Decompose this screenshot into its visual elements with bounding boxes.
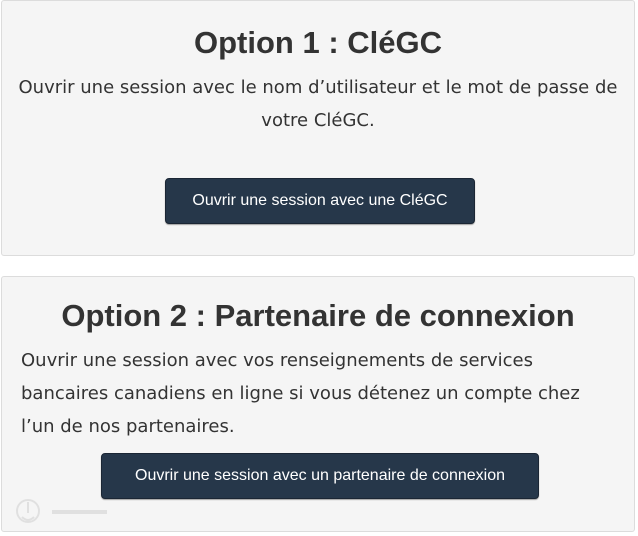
option-2-description: Ouvrir une session avec vos renseignemen… <box>21 350 580 437</box>
watermark-logo-icon <box>16 499 107 523</box>
option-1-title: Option 1 : CléGC <box>194 25 442 60</box>
option-1-panel: Option 1 : CléGC Ouvrir une session avec… <box>1 0 635 256</box>
gckey-sign-in-button[interactable]: Ouvrir une session avec une CléGC <box>165 178 475 224</box>
sign-in-partner-button[interactable]: Ouvrir une session avec un partenaire de… <box>101 453 539 499</box>
option-1-description: Ouvrir une session avec le nom d’utilisa… <box>18 77 618 131</box>
option-2-title: Option 2 : Partenaire de connexion <box>61 298 575 333</box>
option-2-panel: Option 2 : Partenaire de connexion Ouvri… <box>1 276 635 532</box>
